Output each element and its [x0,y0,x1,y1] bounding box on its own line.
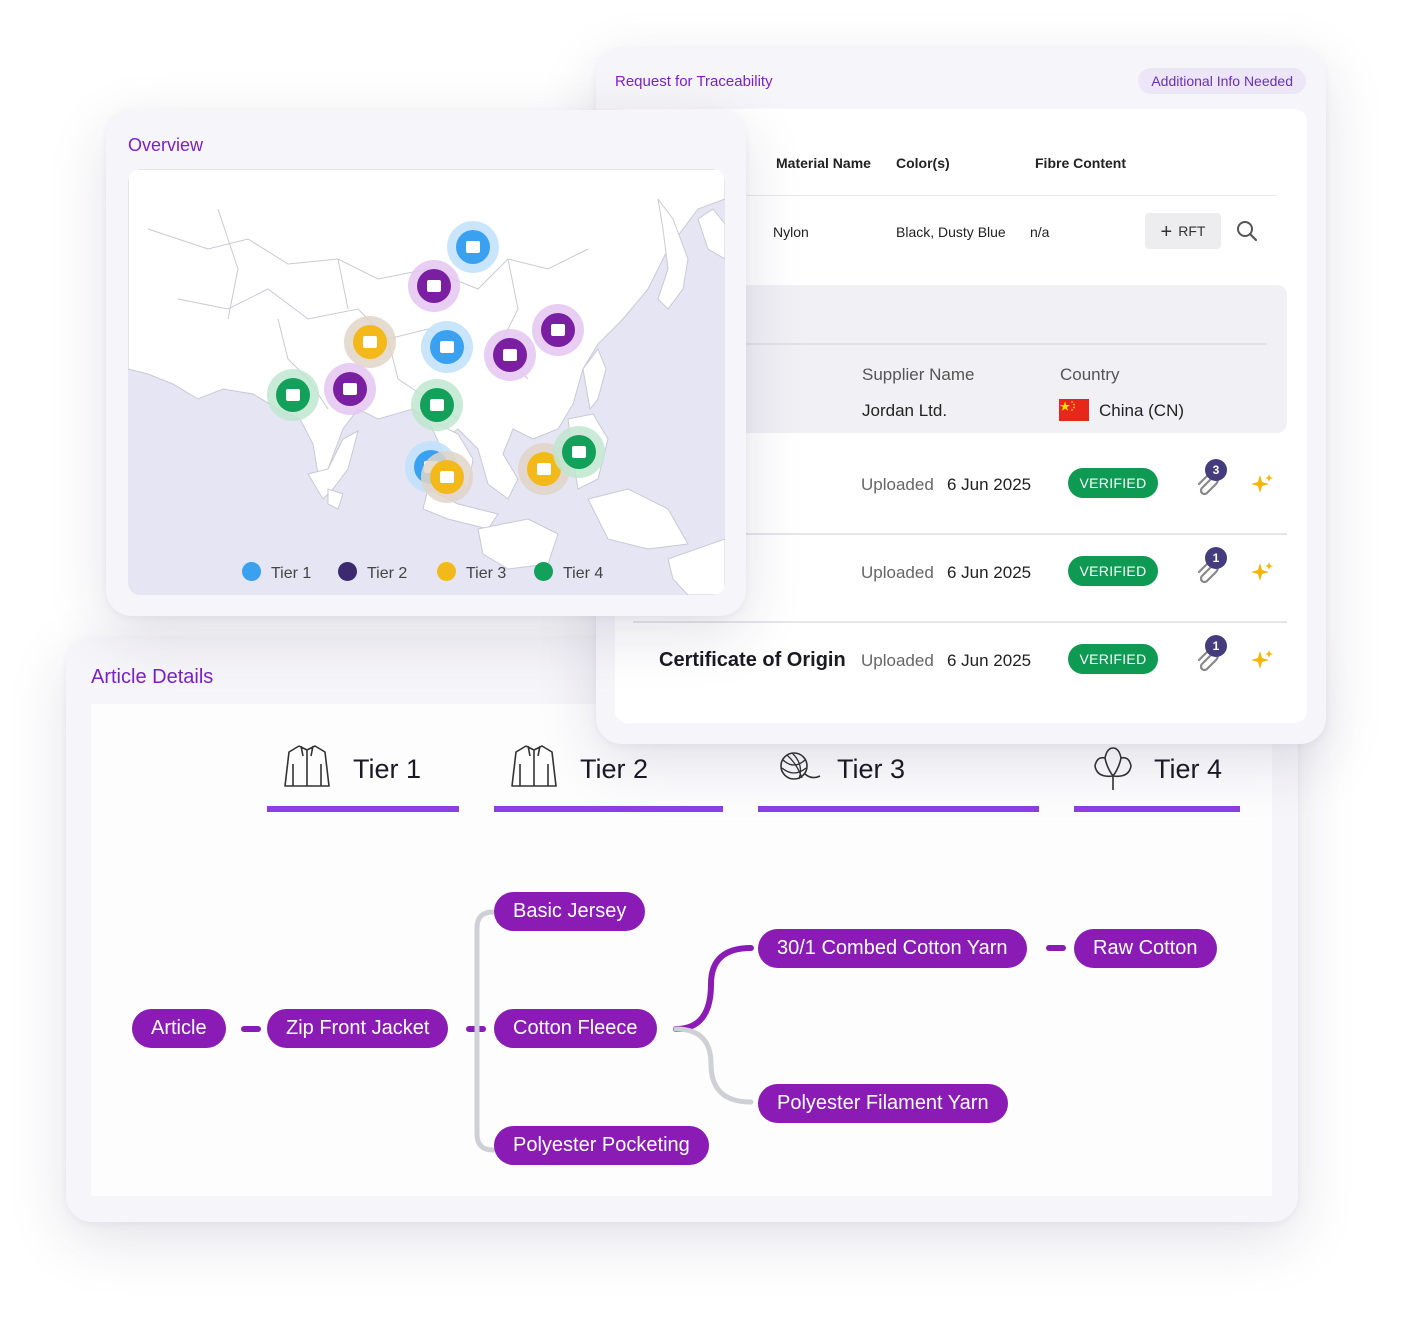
tree-node-basic-jersey[interactable]: Basic Jersey [494,892,646,931]
country-value: China (CN) [1099,401,1185,420]
map-marker-seeds-icon[interactable] [553,426,605,478]
legend-label: Tier 4 [563,565,604,582]
uploaded-label: Uploaded [861,563,934,582]
supplier-name-label: Supplier Name [862,365,975,384]
uploaded-label: Uploaded [861,475,934,494]
legend-label: Tier 3 [466,565,507,582]
legend-tier-4: Tier 4 [534,562,603,583]
legend-tier-2: Tier 2 [338,562,407,583]
sparkle-icon[interactable] [1250,648,1274,672]
legend-dot [242,562,261,581]
map-marker-spool-icon[interactable] [344,316,396,368]
tree-node-polyester-filament-yarn[interactable]: Polyester Filament Yarn [758,1084,1008,1123]
sprout-icon [286,389,300,401]
uploaded-label: Uploaded [861,651,934,670]
attachment-count: 1 [1205,547,1227,569]
verified-badge: VERIFIED [1068,556,1158,586]
spool-icon [537,463,551,475]
legend-tier-1: Tier 1 [242,562,311,583]
country-label: Country [1060,365,1120,384]
spool-icon [440,471,454,483]
overview-card: Overview Tier 1 Tier 2 Tier 3 Tier 4 [106,110,746,616]
attachment-count: 3 [1205,459,1227,481]
map-marker-factory-icon[interactable] [408,260,460,312]
column-header-colors: Color(s) [896,155,950,171]
map-marker-factory-icon[interactable] [324,363,376,415]
tree-node-polyester-pocketing[interactable]: Polyester Pocketing [494,1126,709,1165]
document-row[interactable]: Certificate of Origin Uploaded 6 Jun 202… [615,623,1287,711]
seeds-icon [572,446,586,458]
tree-node-combed-cotton-yarn[interactable]: 30/1 Combed Cotton Yarn [758,929,1027,968]
map-marker-spool-icon[interactable] [421,451,473,503]
uploaded-date: 6 Jun 2025 [947,475,1032,494]
legend-label: Tier 1 [271,565,312,582]
leaf-icon [430,399,444,411]
tshirt-icon [466,241,480,253]
uploaded-date: 6 Jun 2025 [947,651,1032,670]
add-rft-label: RFT [1178,223,1206,239]
map-marker-tshirt-icon[interactable] [447,221,499,273]
factory-icon [343,383,357,395]
legend-dot [437,562,456,581]
legend-dot [338,562,357,581]
colors-cell: Black, Dusty Blue [896,224,1006,240]
factory-icon [551,324,565,336]
attachment-count: 1 [1205,635,1227,657]
search-icon[interactable] [1235,219,1259,243]
overview-title: Overview [128,135,204,155]
legend-tier-3: Tier 3 [437,562,506,583]
map-marker-sprout-icon[interactable] [267,369,319,421]
map-marker-vest-icon[interactable] [421,321,473,373]
vest-icon [440,341,454,353]
china-flag-icon [1059,399,1089,421]
status-badge: Additional Info Needed [1138,68,1306,94]
map-marker-factory-icon[interactable] [532,304,584,356]
tree-node-cotton-fleece[interactable]: Cotton Fleece [494,1009,657,1048]
article-tree-panel: Tier 1 Tier 2 Tier 3 Tier 4 Article Zip … [91,704,1272,1196]
fibre-cell: n/a [1030,224,1050,240]
map-markers [267,221,605,503]
add-rft-button[interactable]: + RFT [1145,213,1221,249]
tree-node-raw-cotton[interactable]: Raw Cotton [1074,929,1217,968]
sparkle-icon[interactable] [1250,560,1274,584]
map-marker-factory-icon[interactable] [484,329,536,381]
uploaded-date: 6 Jun 2025 [947,563,1032,582]
article-details-title: Article Details [91,666,214,688]
tree-node-article[interactable]: Article [132,1009,226,1048]
plus-icon: + [1160,221,1173,243]
verified-badge: VERIFIED [1068,468,1158,498]
supplier-map[interactable]: Tier 1 Tier 2 Tier 3 Tier 4 [128,169,725,595]
legend-dot [534,562,553,581]
supplier-name: Jordan Ltd. [862,401,948,420]
factory-icon [503,349,517,361]
document-name: Certificate of Origin [659,649,846,671]
tree-node-zip-front-jacket[interactable]: Zip Front Jacket [267,1009,449,1048]
map-marker-leaf-icon[interactable] [411,379,463,431]
column-header-fibre: Fibre Content [1035,155,1126,171]
sparkle-icon[interactable] [1250,472,1274,496]
factory-icon [427,280,441,292]
column-header-material: Material Name [776,155,871,171]
verified-badge: VERIFIED [1068,644,1158,674]
material-cell: Nylon [773,224,809,240]
rft-title: Request for Traceability [615,73,773,90]
legend-label: Tier 2 [367,565,408,582]
spool-icon [363,336,377,348]
